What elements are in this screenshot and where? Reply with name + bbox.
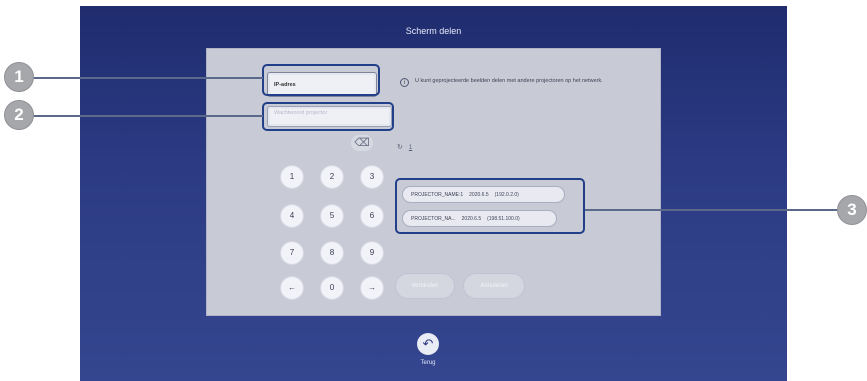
cursor-left-button[interactable]: ← bbox=[281, 277, 303, 299]
key-7[interactable]: 7 bbox=[281, 242, 303, 264]
key-0[interactable]: 0 bbox=[321, 277, 343, 299]
key-1[interactable]: 1 bbox=[281, 166, 303, 188]
callout-line-1 bbox=[30, 77, 263, 79]
cancel-button[interactable]: Annuleren bbox=[464, 274, 524, 298]
connect-button[interactable]: Verbinden bbox=[396, 274, 454, 298]
history-indicator[interactable]: ↻ 1 bbox=[397, 143, 412, 151]
highlight-ring-ip bbox=[262, 64, 380, 96]
key-8[interactable]: 8 bbox=[321, 242, 343, 264]
key-9[interactable]: 9 bbox=[361, 242, 383, 264]
screen-title: Scherm delen bbox=[405, 26, 462, 36]
callout-line-3 bbox=[585, 209, 849, 211]
callout-line-2 bbox=[30, 115, 263, 117]
highlight-ring-password bbox=[262, 102, 394, 131]
cursor-right-button[interactable]: → bbox=[361, 277, 383, 299]
history-count: 1 bbox=[408, 145, 413, 151]
back-label: Terug bbox=[420, 360, 436, 366]
history-icon: ↻ bbox=[397, 144, 403, 151]
backspace-button[interactable]: ⌫ bbox=[351, 135, 373, 151]
key-2[interactable]: 2 bbox=[321, 166, 343, 188]
info-icon: i bbox=[400, 78, 409, 87]
key-4[interactable]: 4 bbox=[281, 205, 303, 227]
callout-badge-2: 2 bbox=[4, 100, 34, 130]
key-5[interactable]: 5 bbox=[321, 205, 343, 227]
info-text: U kunt geprojecteerde beelden delen met … bbox=[415, 78, 603, 84]
info-message: i U kunt geprojecteerde beelden delen me… bbox=[400, 78, 655, 87]
callout-badge-3: 3 bbox=[837, 195, 867, 225]
key-3[interactable]: 3 bbox=[361, 166, 383, 188]
key-6[interactable]: 6 bbox=[361, 205, 383, 227]
highlight-ring-projectors bbox=[395, 178, 585, 234]
back-arrow-icon[interactable]: ↶ bbox=[417, 333, 439, 355]
callout-badge-1: 1 bbox=[4, 62, 34, 92]
